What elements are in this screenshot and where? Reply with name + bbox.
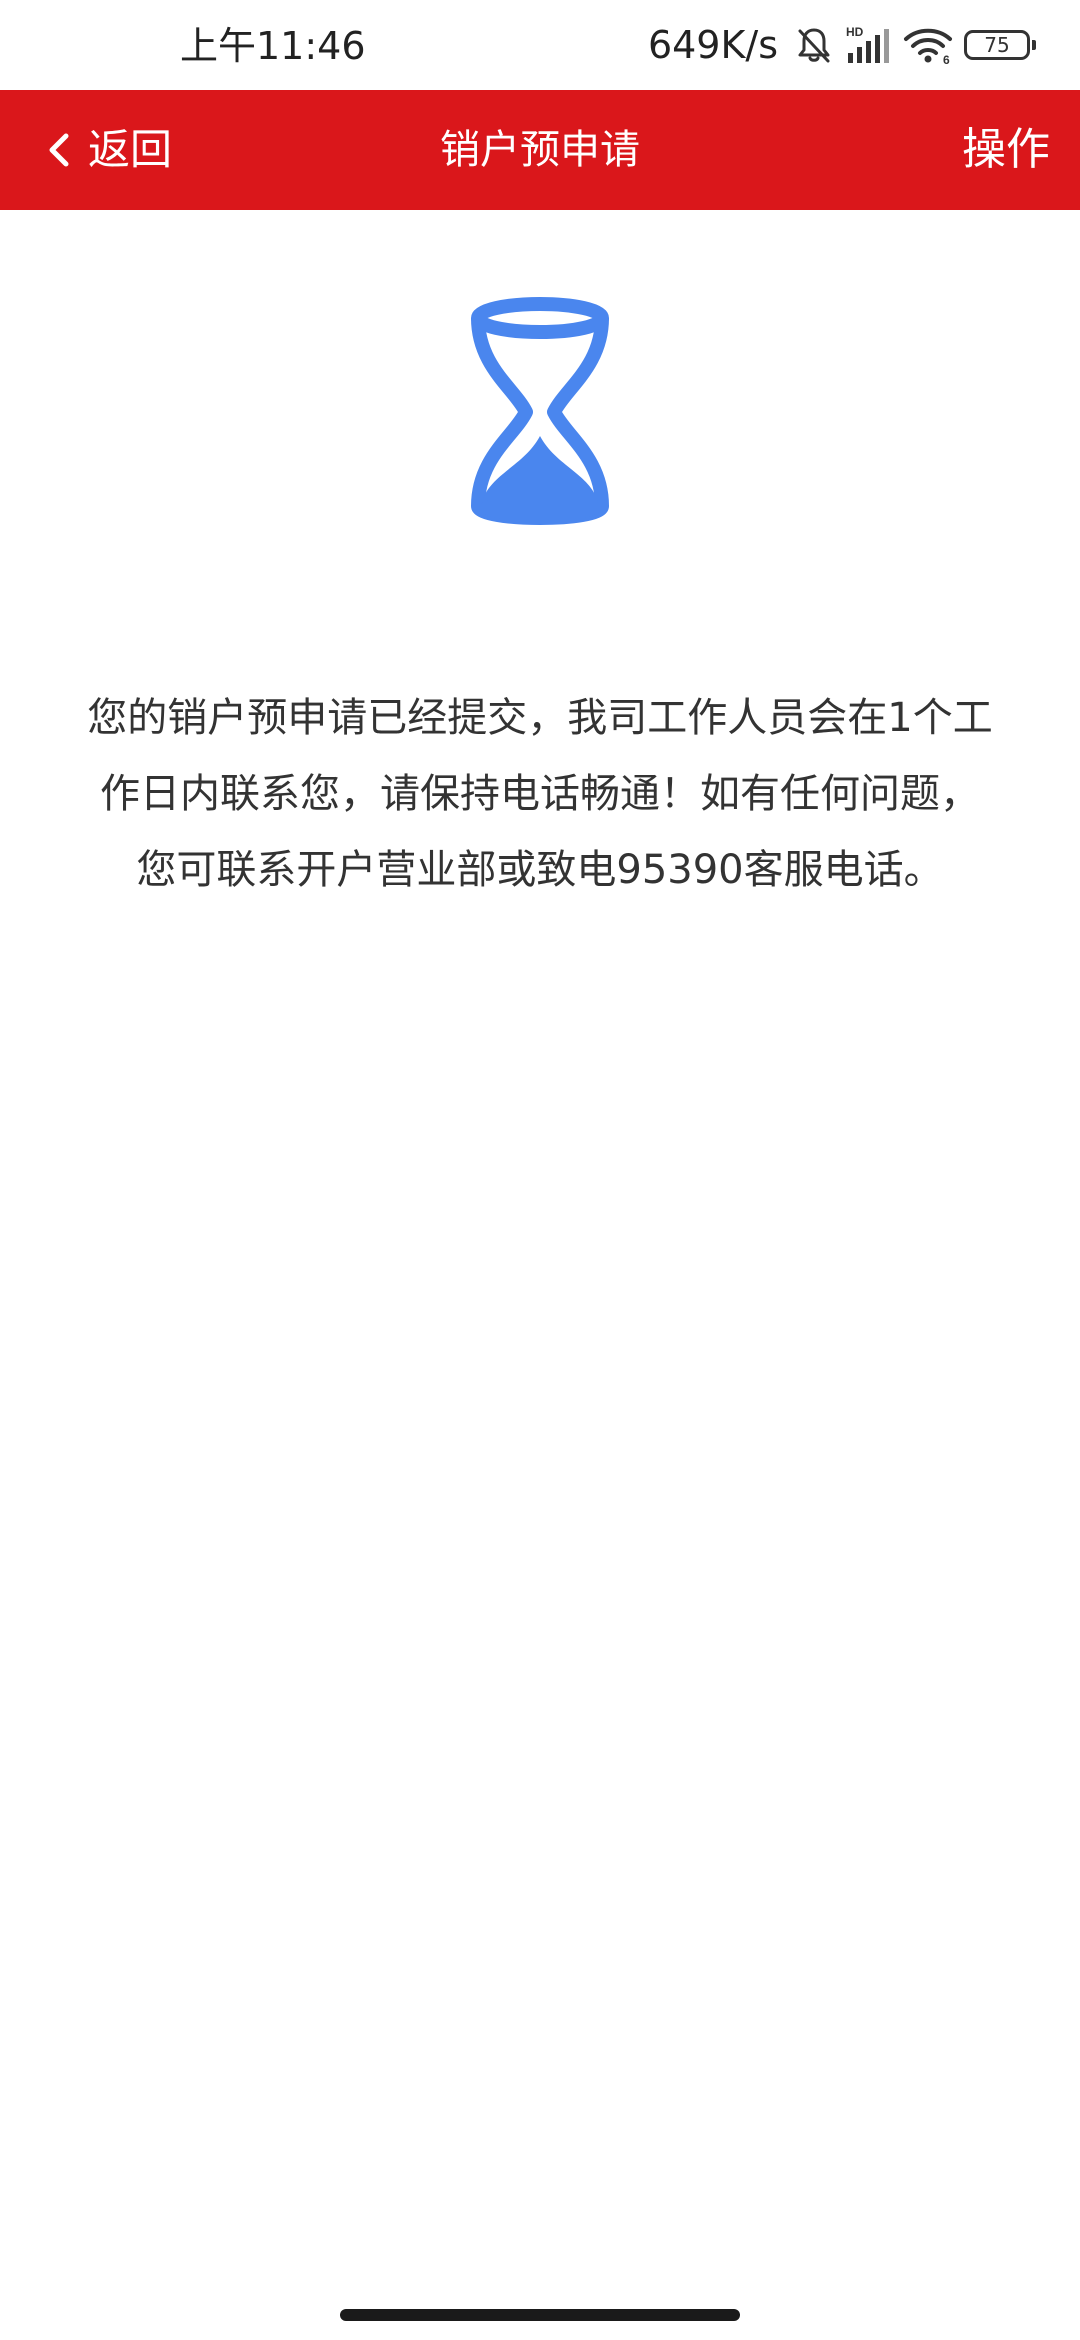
- network-badge: HD: [846, 25, 864, 39]
- bell-muted-icon: [798, 28, 830, 63]
- message-line-1: 您的销户预申请已经提交，我司工作人员会在1个工: [87, 695, 993, 741]
- status-icons: 649K/s HD 6 75: [647, 22, 1036, 68]
- screen: 上午11:46 649K/s HD 6 75 返回 销户预申请 操作 您的销户预…: [0, 0, 1080, 2340]
- battery-icon: 75: [964, 30, 1036, 60]
- nav-bar: 返回 销户预申请 操作: [0, 90, 1080, 210]
- home-indicator[interactable]: [340, 2309, 740, 2321]
- hourglass-icon: [471, 297, 609, 525]
- back-button[interactable]: 返回: [46, 90, 172, 210]
- status-bar: 上午11:46 649K/s HD 6 75: [0, 0, 1080, 90]
- back-label: 返回: [88, 125, 173, 174]
- message-line-2: 作日内联系您，请保持电话畅通！如有任何问题，: [100, 771, 980, 817]
- signal-icon: HD: [846, 25, 889, 63]
- message-line-3: 您可联系开户营业部或致电95390客服电话。: [136, 847, 944, 893]
- action-button[interactable]: 操作: [962, 90, 1050, 210]
- wifi-icon: 6: [904, 28, 952, 65]
- network-speed: 649K/s: [647, 23, 778, 67]
- battery-level: 75: [984, 33, 1010, 57]
- chevron-left-icon: [49, 133, 69, 167]
- status-time: 上午11:46: [180, 24, 366, 68]
- submission-message: 您的销户预申请已经提交，我司工作人员会在1个工 作日内联系您，请保持电话畅通！如…: [40, 680, 1040, 908]
- wifi-badge: 6: [943, 53, 950, 65]
